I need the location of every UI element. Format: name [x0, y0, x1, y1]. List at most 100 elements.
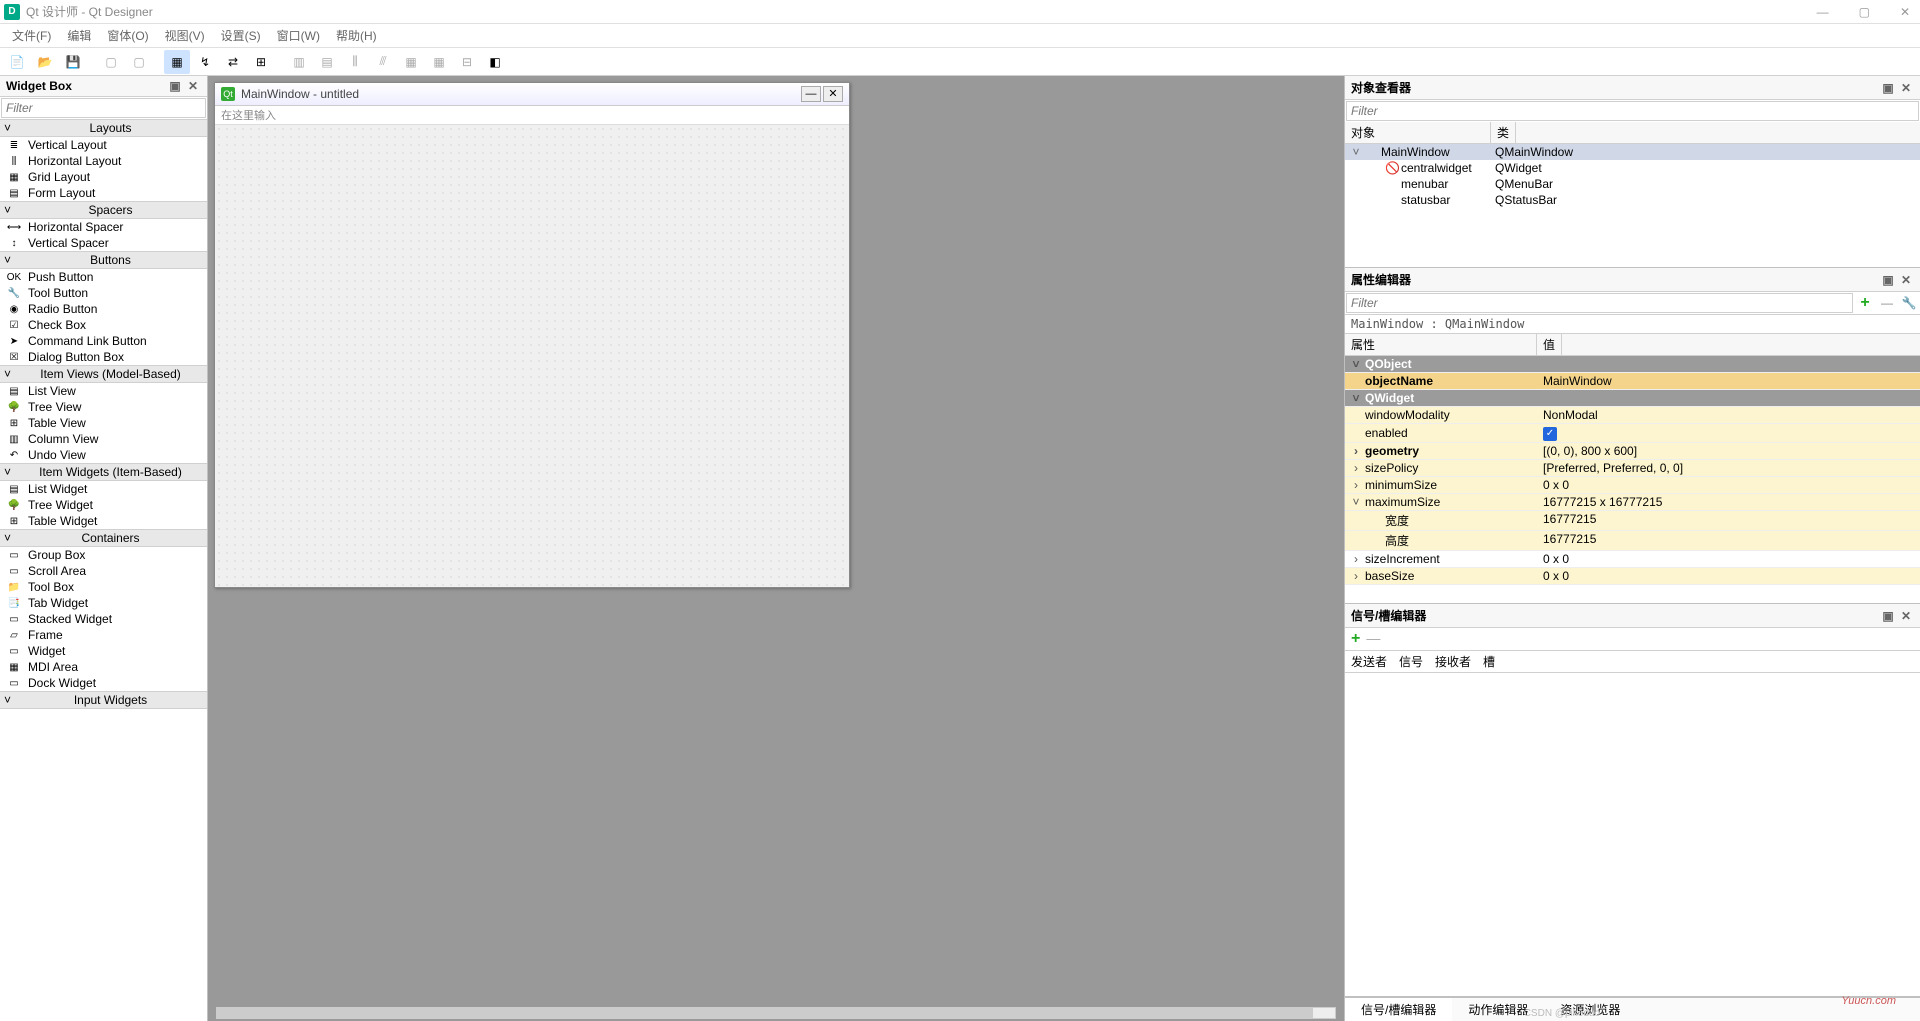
close-panel-button[interactable]: ✕: [1898, 81, 1914, 95]
bottom-tab[interactable]: 信号/槽编辑器: [1345, 998, 1452, 1021]
widget-category[interactable]: ˅Spacers: [0, 201, 207, 219]
bottom-tab[interactable]: 动作编辑器: [1452, 998, 1544, 1021]
edit-taborder-button[interactable]: ⊞: [248, 50, 274, 74]
widget-item[interactable]: 📁Tool Box: [0, 579, 207, 595]
property-row[interactable]: ›sizeIncrement0 x 0: [1345, 551, 1920, 568]
save-button[interactable]: [60, 50, 86, 74]
dock-button[interactable]: ▣: [1880, 609, 1896, 623]
layout-vertical-button[interactable]: ▤: [314, 50, 340, 74]
layout-form-button[interactable]: ▦: [426, 50, 452, 74]
widget-category[interactable]: ˅Containers: [0, 529, 207, 547]
widget-item[interactable]: ▤List Widget: [0, 481, 207, 497]
column-header-class[interactable]: 类: [1491, 122, 1516, 143]
object-row[interactable]: statusbarQStatusBar: [1345, 192, 1920, 208]
widget-item[interactable]: ⫼Horizontal Layout: [0, 153, 207, 169]
close-button[interactable]: ✕: [1894, 5, 1916, 19]
widget-item[interactable]: 🌳Tree View: [0, 399, 207, 415]
config-button[interactable]: 🔧: [1898, 296, 1920, 310]
widget-item[interactable]: ▭Stacked Widget: [0, 611, 207, 627]
column-header-object[interactable]: 对象: [1345, 122, 1491, 143]
layout-hsplitter-button[interactable]: ⫼: [342, 50, 368, 74]
close-panel-button[interactable]: ✕: [1898, 273, 1914, 287]
dock-button[interactable]: ▣: [1880, 81, 1896, 95]
signal-column-header[interactable]: 槽: [1483, 653, 1495, 670]
checkbox-icon[interactable]: ✓: [1543, 427, 1557, 441]
dock-button[interactable]: ▣: [167, 79, 183, 93]
widget-item[interactable]: ▤Form Layout: [0, 185, 207, 201]
widget-item[interactable]: 📑Tab Widget: [0, 595, 207, 611]
edit-widgets-button[interactable]: ▦: [164, 50, 190, 74]
widget-category[interactable]: ˅Input Widgets: [0, 691, 207, 709]
toolbar-button[interactable]: [98, 50, 124, 74]
new-button[interactable]: [4, 50, 30, 74]
widget-item[interactable]: ↕Vertical Spacer: [0, 235, 207, 251]
widget-category[interactable]: ˅Buttons: [0, 251, 207, 269]
widget-item[interactable]: ↶Undo View: [0, 447, 207, 463]
object-row[interactable]: menubarQMenuBar: [1345, 176, 1920, 192]
horizontal-scrollbar[interactable]: [216, 1007, 1336, 1019]
widget-item[interactable]: 🌳Tree Widget: [0, 497, 207, 513]
widget-item[interactable]: ⊞Table View: [0, 415, 207, 431]
widget-item[interactable]: ≣Vertical Layout: [0, 137, 207, 153]
form-close-button[interactable]: ✕: [823, 86, 843, 102]
property-row[interactable]: ›minimumSize0 x 0: [1345, 477, 1920, 494]
property-table[interactable]: ˅QObjectobjectNameMainWindow˅QWidgetwind…: [1345, 356, 1920, 603]
edit-signals-button[interactable]: ↯: [192, 50, 218, 74]
widget-item[interactable]: ⊞Table Widget: [0, 513, 207, 529]
signal-column-header[interactable]: 信号: [1399, 653, 1423, 670]
remove-signal-button[interactable]: —: [1366, 630, 1380, 648]
widget-item[interactable]: ▤List View: [0, 383, 207, 399]
menu-item[interactable]: 文件(F): [4, 25, 59, 46]
property-filter[interactable]: [1346, 293, 1853, 313]
form-body[interactable]: [215, 125, 849, 587]
widget-item[interactable]: ▭Group Box: [0, 547, 207, 563]
widget-item[interactable]: ▱Frame: [0, 627, 207, 643]
object-tree[interactable]: ˅MainWindowQMainWindow🚫centralwidgetQWid…: [1345, 144, 1920, 267]
break-layout-button[interactable]: ⊟: [454, 50, 480, 74]
form-minimize-button[interactable]: —: [801, 86, 821, 102]
property-row[interactable]: objectNameMainWindow: [1345, 373, 1920, 390]
property-row[interactable]: ›baseSize0 x 0: [1345, 568, 1920, 585]
add-signal-button[interactable]: +: [1351, 630, 1360, 648]
widget-item[interactable]: ☑Check Box: [0, 317, 207, 333]
property-row[interactable]: ›sizePolicy[Preferred, Preferred, 0, 0]: [1345, 460, 1920, 477]
design-canvas[interactable]: Qt MainWindow - untitled — ✕ 在这里输入: [208, 76, 1344, 1021]
edit-buddies-button[interactable]: ⇄: [220, 50, 246, 74]
remove-property-button[interactable]: —: [1876, 296, 1898, 310]
widget-item[interactable]: ➤Command Link Button: [0, 333, 207, 349]
menu-item[interactable]: 设置(S): [213, 25, 269, 46]
widget-box-tree[interactable]: ˅Layouts≣Vertical Layout⫼Horizontal Layo…: [0, 119, 207, 1021]
add-property-button[interactable]: +: [1854, 294, 1876, 312]
widget-item[interactable]: 🔧Tool Button: [0, 285, 207, 301]
menu-item[interactable]: 编辑: [59, 25, 99, 46]
widget-item[interactable]: ⟷Horizontal Spacer: [0, 219, 207, 235]
widget-item[interactable]: ☒Dialog Button Box: [0, 349, 207, 365]
menu-item[interactable]: 帮助(H): [328, 25, 385, 46]
widget-category[interactable]: ˅Item Widgets (Item-Based): [0, 463, 207, 481]
toolbar-button[interactable]: [126, 50, 152, 74]
property-row[interactable]: 宽度16777215: [1345, 511, 1920, 531]
widget-item[interactable]: OKPush Button: [0, 269, 207, 285]
open-button[interactable]: [32, 50, 58, 74]
layout-horizontal-button[interactable]: ▥: [286, 50, 312, 74]
object-row[interactable]: ˅MainWindowQMainWindow: [1345, 144, 1920, 160]
column-header-value[interactable]: 值: [1537, 334, 1562, 355]
object-inspector-filter[interactable]: [1346, 101, 1919, 121]
layout-grid-button[interactable]: ▦: [398, 50, 424, 74]
widget-item[interactable]: ▦Grid Layout: [0, 169, 207, 185]
menu-item[interactable]: 视图(V): [157, 25, 213, 46]
widget-category[interactable]: ˅Item Views (Model-Based): [0, 365, 207, 383]
widget-item[interactable]: ◉Radio Button: [0, 301, 207, 317]
form-window[interactable]: Qt MainWindow - untitled — ✕ 在这里输入: [214, 82, 850, 588]
signal-list[interactable]: [1345, 673, 1920, 996]
property-row[interactable]: windowModalityNonModal: [1345, 407, 1920, 424]
property-row[interactable]: ˅QWidget: [1345, 390, 1920, 407]
minimize-button[interactable]: —: [1811, 5, 1835, 19]
widget-item[interactable]: ▭Scroll Area: [0, 563, 207, 579]
property-row[interactable]: enabled✓: [1345, 424, 1920, 443]
signal-column-header[interactable]: 接收者: [1435, 653, 1471, 670]
widget-item[interactable]: ▦MDI Area: [0, 659, 207, 675]
signal-column-header[interactable]: 发送者: [1351, 653, 1387, 670]
widget-category[interactable]: ˅Layouts: [0, 119, 207, 137]
widget-item[interactable]: ▭Dock Widget: [0, 675, 207, 691]
